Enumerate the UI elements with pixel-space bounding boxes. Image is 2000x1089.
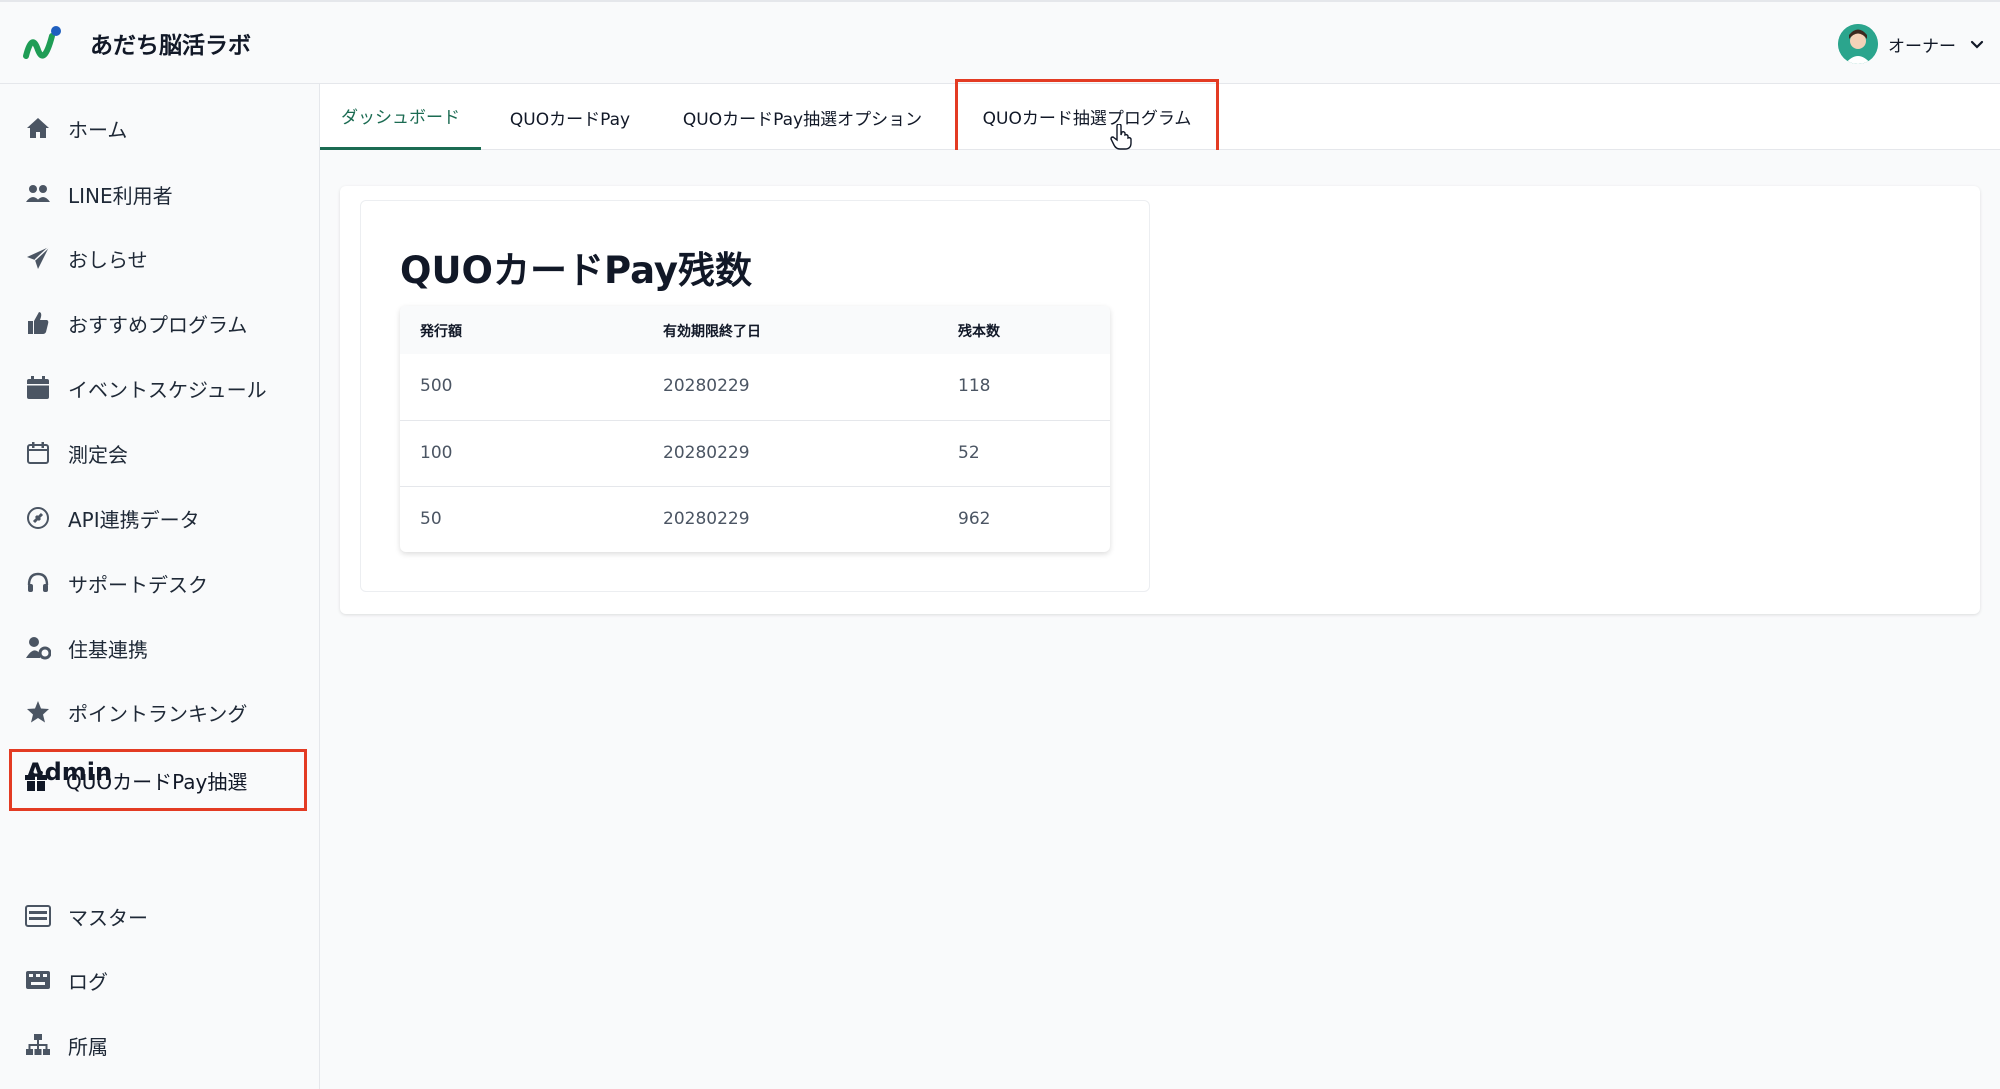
sidebar-item-label: マスター: [68, 905, 148, 930]
sidebar-item-label: 測定会: [68, 442, 128, 467]
sidebar-item-recommended[interactable]: おすすめプログラム: [14, 297, 304, 349]
plug-icon: [24, 504, 52, 532]
sidebar-item-affiliation[interactable]: 所属: [14, 1019, 304, 1071]
sidebar-item-label: ログ: [68, 969, 108, 994]
sidebar-item-support-desk[interactable]: サポートデスク: [14, 557, 304, 609]
sidebar-item-home[interactable]: ホーム: [14, 102, 304, 154]
chevron-down-icon[interactable]: [1968, 35, 1986, 53]
cell-amount: 500: [420, 376, 453, 396]
user-gear-icon: [24, 634, 52, 662]
app-title: あだち脳活ラボ: [90, 33, 251, 59]
cell-amount: 50: [420, 509, 442, 529]
column-header-amount: 発行額: [420, 324, 462, 340]
calendar-outline-icon: [24, 439, 52, 467]
top-bar: あだち脳活ラボ オーナー: [0, 0, 2000, 84]
sidebar-item-label: 所属: [68, 1034, 108, 1059]
sidebar-item-label: おすすめプログラム: [68, 312, 248, 337]
sidebar-item-label: イベントスケジュール: [68, 377, 267, 402]
app-logo-icon[interactable]: [20, 22, 64, 66]
cell-expiry: 20280229: [663, 509, 750, 529]
column-header-expiry: 有効期限終了日: [663, 324, 761, 340]
table-row: 100 20280229 52: [400, 420, 1110, 486]
tab-quo-card-pay[interactable]: QUOカードPay: [481, 84, 659, 150]
table-header: 発行額 有効期限終了日 残本数: [400, 306, 1110, 354]
table-row: 50 20280229 962: [400, 486, 1110, 552]
admin-section-label: Admin: [26, 758, 113, 786]
sidebar-item-line-users[interactable]: LINE利用者: [14, 168, 304, 220]
user-name: オーナー: [1888, 36, 1956, 57]
sidebar-item-label: ポイントランキング: [68, 701, 248, 726]
sidebar-item-label: API連携データ: [68, 507, 200, 532]
sidebar-item-resident-link[interactable]: 住基連携: [14, 622, 304, 674]
calendar-filled-icon: [24, 374, 52, 402]
home-icon: [24, 114, 52, 142]
tab-bar: ダッシュボード QUOカードPay QUOカードPay抽選オプション QUOカー…: [320, 79, 2000, 153]
sidebar-item-notices[interactable]: おしらせ: [14, 232, 304, 284]
remaining-table: 発行額 有効期限終了日 残本数 500 20280229 118 100 202…: [400, 306, 1110, 552]
sidebar-item-api-data[interactable]: API連携データ: [14, 492, 304, 544]
paper-plane-icon: [24, 244, 52, 272]
user-menu[interactable]: オーナー: [1838, 22, 1986, 66]
sidebar-item-label: ホーム: [68, 117, 128, 142]
sidebar-item-log[interactable]: ログ: [14, 954, 304, 1006]
cell-expiry: 20280229: [663, 376, 750, 396]
thumbs-up-icon: [24, 309, 52, 337]
table-row: 500 20280229 118: [400, 354, 1110, 420]
sidebar-item-event-schedule[interactable]: イベントスケジュール: [14, 362, 304, 414]
sidebar-item-label: おしらせ: [68, 247, 148, 272]
star-icon: [24, 698, 52, 726]
column-header-remaining: 残本数: [958, 324, 1000, 340]
cell-remaining: 118: [958, 376, 991, 396]
tab-dashboard[interactable]: ダッシュボード: [320, 84, 481, 150]
tab-quo-lottery-options[interactable]: QUOカードPay抽選オプション: [659, 84, 946, 150]
sidebar-item-label: LINE利用者: [68, 183, 173, 208]
server-icon: [24, 902, 52, 930]
keyboard-icon: [24, 966, 52, 994]
cell-remaining: 52: [958, 443, 980, 463]
sidebar-item-label: 住基連携: [68, 637, 148, 662]
cell-expiry: 20280229: [663, 443, 750, 463]
hand-cursor-icon: [1110, 124, 1132, 150]
headset-icon: [24, 569, 52, 597]
users-icon: [24, 180, 52, 208]
sidebar-item-label: サポートデスク: [68, 572, 208, 597]
sidebar-item-master[interactable]: マスター: [14, 890, 304, 942]
sidebar-item-point-ranking[interactable]: ポイントランキング: [14, 686, 304, 738]
card-title: QUOカードPay残数: [400, 249, 753, 292]
sidebar-item-measurement[interactable]: 測定会: [14, 427, 304, 479]
sitemap-icon: [24, 1031, 52, 1059]
tab-quo-lottery-program[interactable]: QUOカード抽選プログラム: [955, 79, 1219, 153]
avatar[interactable]: [1838, 24, 1878, 64]
cell-amount: 100: [420, 443, 453, 463]
cell-remaining: 962: [958, 509, 991, 529]
